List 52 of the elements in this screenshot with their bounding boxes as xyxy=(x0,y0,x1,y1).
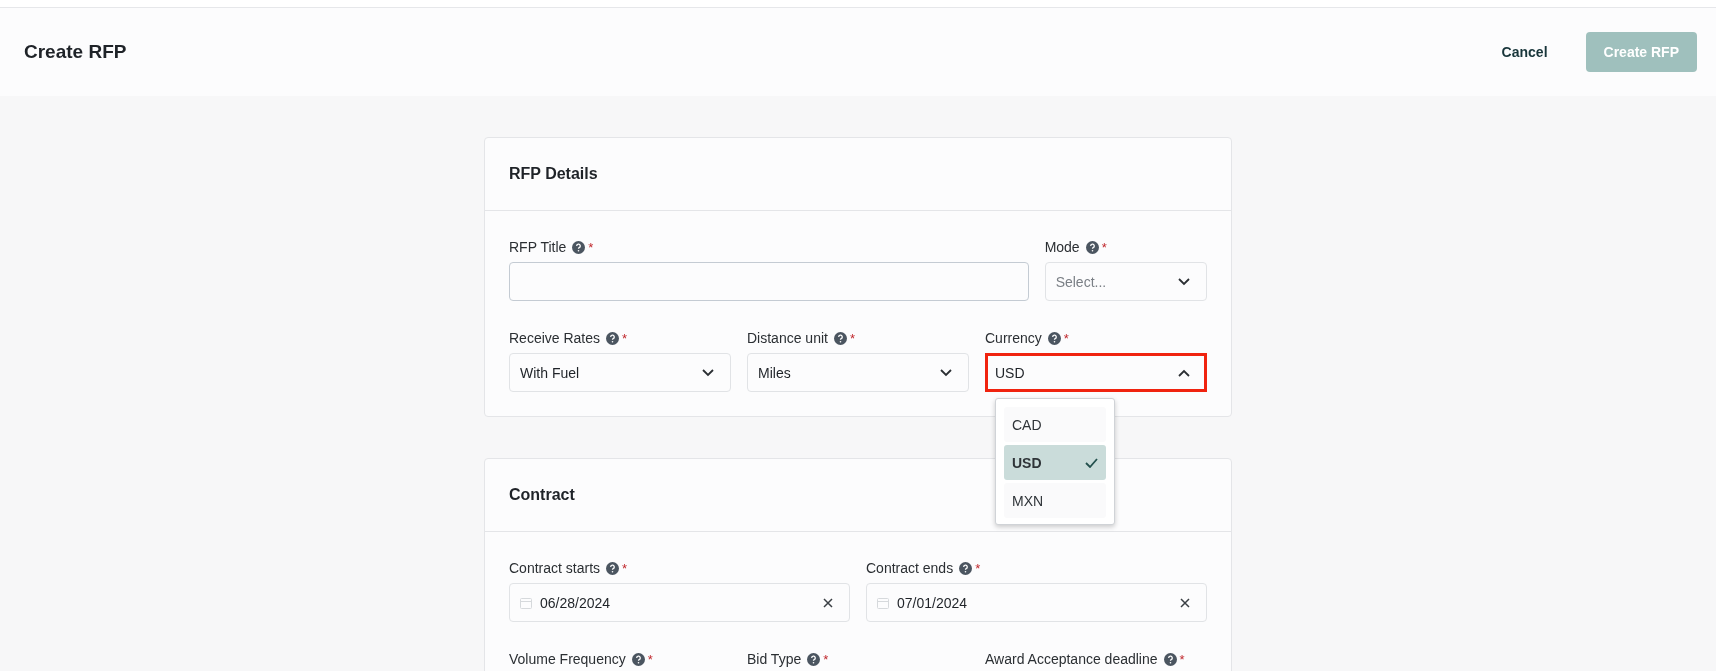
help-icon[interactable] xyxy=(1047,331,1061,345)
help-icon[interactable] xyxy=(606,331,620,345)
select-field[interactable]: With Fuel xyxy=(509,353,731,392)
help-icon[interactable] xyxy=(631,652,645,666)
field-label: Currency xyxy=(985,330,1042,346)
help-icon[interactable] xyxy=(1085,240,1099,254)
required-mark: * xyxy=(823,651,829,667)
field-label: Volume Frequency xyxy=(509,651,626,667)
title-input[interactable] xyxy=(509,262,1029,301)
select-field[interactable]: Miles xyxy=(747,353,969,392)
field-label: Contract starts xyxy=(509,560,601,576)
date-field[interactable]: 07/01/2024 xyxy=(866,583,1207,622)
required-mark: * xyxy=(647,651,653,667)
date-field[interactable]: 06/28/2024 xyxy=(509,583,850,622)
select-field[interactable]: USD xyxy=(985,353,1207,392)
field-label: Mode xyxy=(1044,239,1080,255)
required-mark: * xyxy=(975,560,981,576)
calendar-icon xyxy=(877,596,889,609)
chevron-up-icon xyxy=(1178,368,1190,377)
check-icon xyxy=(1085,457,1098,468)
chevron-down-icon xyxy=(940,368,952,377)
clear-icon[interactable] xyxy=(823,597,833,608)
help-icon[interactable] xyxy=(572,240,586,254)
clear-icon[interactable] xyxy=(1180,597,1190,608)
help-icon[interactable] xyxy=(959,561,973,575)
select-field[interactable]: Select... xyxy=(1044,262,1207,301)
field-label: Distance unit xyxy=(747,330,828,346)
dropdown-option[interactable]: CAD xyxy=(1004,407,1106,442)
field-label: Receive Rates xyxy=(509,330,601,346)
required-mark: * xyxy=(588,239,594,255)
field-label: Contract ends xyxy=(866,560,954,576)
chevron-down-icon xyxy=(1178,277,1190,286)
dropdown-option[interactable]: USD xyxy=(1004,445,1106,480)
required-mark: * xyxy=(849,330,855,346)
calendar-icon xyxy=(520,596,532,609)
required-mark: * xyxy=(622,330,628,346)
help-icon[interactable] xyxy=(833,331,847,345)
required-mark: * xyxy=(1101,239,1107,255)
help-icon[interactable] xyxy=(1163,652,1177,666)
chevron-down-icon xyxy=(702,368,714,377)
cancel-button[interactable]: Cancel xyxy=(1495,43,1554,61)
page-title: Create RFP xyxy=(24,41,128,63)
card-title: RFP Details xyxy=(485,138,1231,211)
field-label: Bid Type xyxy=(747,651,802,667)
required-mark: * xyxy=(1063,330,1069,346)
help-icon[interactable] xyxy=(606,561,620,575)
required-mark: * xyxy=(1179,651,1185,667)
field-label: Award Acceptance deadline xyxy=(985,651,1158,667)
dropdown-option[interactable]: MXN xyxy=(1004,483,1106,518)
help-icon[interactable] xyxy=(807,652,821,666)
field-label: RFP Title xyxy=(509,239,567,255)
required-mark: * xyxy=(622,560,628,576)
